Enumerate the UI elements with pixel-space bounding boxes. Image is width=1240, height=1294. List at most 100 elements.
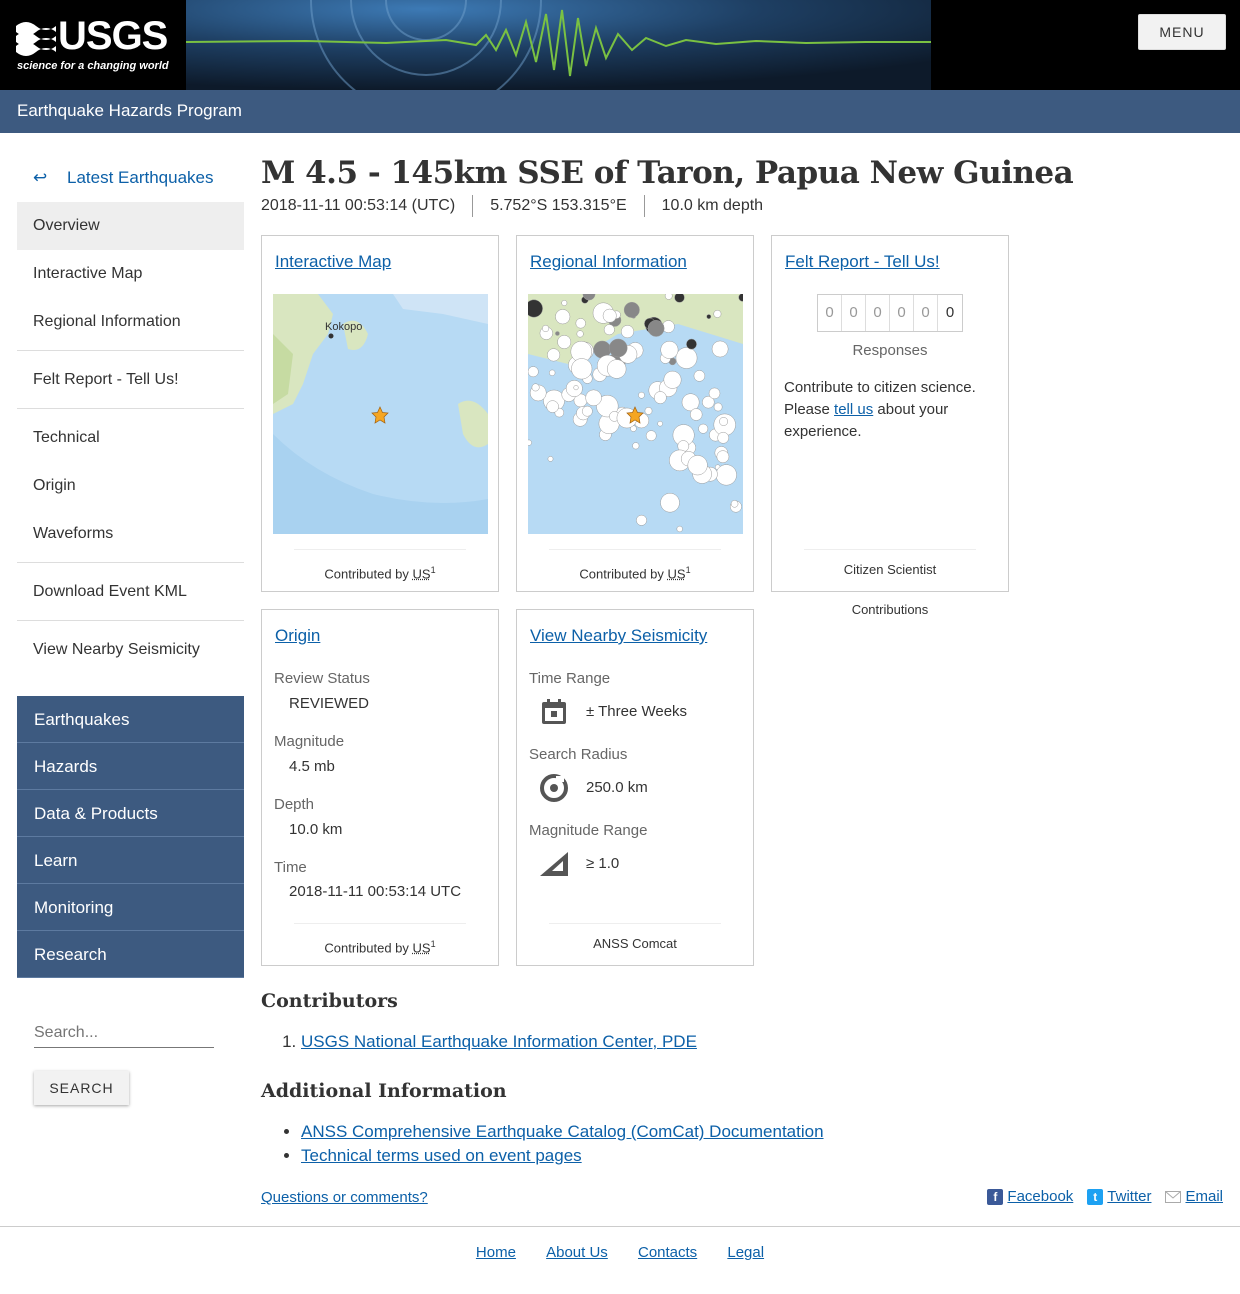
magnitude-label: Magnitude bbox=[274, 733, 345, 750]
section-learn[interactable]: Learn bbox=[17, 837, 244, 884]
earthquake-marker bbox=[676, 525, 683, 533]
counter-digit: 0 bbox=[842, 295, 866, 331]
earthquake-marker bbox=[620, 325, 635, 339]
earthquake-marker bbox=[528, 299, 543, 318]
event-location: 5.752°S 153.315°E bbox=[472, 195, 643, 217]
nav-download-kml[interactable]: Download Event KML bbox=[17, 568, 244, 616]
twitter-link[interactable]: Twitter bbox=[1107, 1188, 1151, 1205]
list-item: USGS National Earthquake Information Cen… bbox=[301, 1032, 697, 1052]
questions-link[interactable]: Questions or comments? bbox=[261, 1189, 428, 1206]
time-value: 2018-11-11 00:53:14 UTC bbox=[289, 883, 462, 900]
contributors-list: USGS National Earthquake Information Cen… bbox=[282, 1032, 697, 1052]
email-link[interactable]: Email bbox=[1185, 1188, 1223, 1205]
nav-nearby-seismicity[interactable]: View Nearby Seismicity bbox=[17, 626, 244, 674]
nav-divider bbox=[17, 620, 244, 621]
nav-felt-report[interactable]: Felt Report - Tell Us! bbox=[17, 356, 244, 404]
counter-digit: 0 bbox=[945, 304, 955, 321]
section-research[interactable]: Research bbox=[17, 931, 244, 978]
earthquake-marker bbox=[638, 391, 645, 399]
nav-origin[interactable]: Origin bbox=[17, 462, 244, 510]
earthquake-marker bbox=[660, 340, 679, 359]
earthquake-marker bbox=[675, 347, 698, 369]
earthquake-marker bbox=[636, 514, 647, 526]
interactive-map-card: Interactive Map Kokopo Contributed by US… bbox=[261, 235, 499, 592]
earthquake-marker bbox=[730, 500, 739, 508]
footer-legal-link[interactable]: Legal bbox=[727, 1244, 764, 1261]
earthquake-marker bbox=[647, 320, 665, 337]
nearby-seismicity-link[interactable]: View Nearby Seismicity bbox=[530, 626, 707, 645]
contributor-ref: 1 bbox=[685, 565, 691, 575]
twitter-icon: t bbox=[1087, 1188, 1104, 1205]
nav-overview[interactable]: Overview bbox=[17, 202, 244, 250]
earthquake-marker bbox=[674, 294, 685, 303]
usgs-logo[interactable]: USGS science for a changing world bbox=[0, 0, 186, 90]
back-arrow-icon: ↩ bbox=[33, 168, 48, 187]
comcat-docs-link[interactable]: ANSS Comprehensive Earthquake Catalog (C… bbox=[301, 1122, 824, 1141]
seismogram-banner bbox=[186, 0, 931, 90]
nearby-card-heading: View Nearby Seismicity bbox=[530, 626, 707, 646]
review-status-label: Review Status bbox=[274, 670, 370, 687]
list-item: Technical terms used on event pages bbox=[301, 1146, 824, 1166]
earthquake-marker bbox=[689, 408, 703, 421]
interactive-map-thumbnail[interactable]: Kokopo bbox=[273, 294, 488, 534]
section-data-products[interactable]: Data & Products bbox=[17, 790, 244, 837]
facebook-share[interactable]: f Facebook bbox=[987, 1188, 1073, 1205]
search-button[interactable]: SEARCH bbox=[34, 1071, 129, 1105]
facebook-link[interactable]: Facebook bbox=[1007, 1188, 1073, 1205]
footer-divider bbox=[0, 1226, 1240, 1227]
felt-report-link[interactable]: Felt Report - Tell Us! bbox=[785, 252, 940, 271]
footer-home-link[interactable]: Home bbox=[476, 1244, 516, 1261]
contributor-code[interactable]: US bbox=[668, 566, 686, 581]
menu-button[interactable]: MENU bbox=[1138, 14, 1226, 50]
nav-interactive-map[interactable]: Interactive Map bbox=[17, 250, 244, 298]
section-earthquakes[interactable]: Earthquakes bbox=[17, 696, 244, 743]
event-nav: ↩ Latest Earthquakes Overview Interactive… bbox=[17, 154, 244, 674]
time-label: Time bbox=[274, 859, 307, 876]
twitter-share[interactable]: t Twitter bbox=[1087, 1188, 1151, 1205]
nav-divider bbox=[17, 562, 244, 563]
magnitude-value: 4.5 mb bbox=[289, 758, 335, 775]
section-monitoring[interactable]: Monitoring bbox=[17, 884, 244, 931]
responses-label: Responses bbox=[852, 342, 928, 359]
usgs-wave-icon bbox=[16, 22, 56, 56]
felt-report-footer: Citizen Scientist Contributions bbox=[804, 549, 976, 617]
nearby-seismicity-footer: ANSS Comcat bbox=[549, 923, 721, 965]
section-nav: Earthquakes Hazards Data & Products Lear… bbox=[17, 696, 244, 978]
earthquake-marker bbox=[706, 314, 712, 319]
program-bar: Earthquake Hazards Program bbox=[0, 90, 1240, 133]
earthquake-marker bbox=[576, 330, 584, 338]
section-hazards[interactable]: Hazards bbox=[17, 743, 244, 790]
earthquake-marker bbox=[542, 324, 550, 333]
regional-map-thumbnail[interactable] bbox=[528, 294, 743, 534]
contributor-link[interactable]: USGS National Earthquake Information Cen… bbox=[301, 1032, 697, 1051]
site-header: USGS science for a changing world MENU bbox=[0, 0, 1240, 90]
technical-terms-link[interactable]: Technical terms used on event pages bbox=[301, 1146, 582, 1165]
contributor-code[interactable]: US bbox=[413, 566, 431, 581]
regional-information-link[interactable]: Regional Information bbox=[530, 252, 687, 271]
program-title[interactable]: Earthquake Hazards Program bbox=[17, 101, 242, 121]
nav-regional-information[interactable]: Regional Information bbox=[17, 298, 244, 346]
footer-contacts-link[interactable]: Contacts bbox=[638, 1244, 697, 1261]
tell-us-link[interactable]: tell us bbox=[834, 401, 873, 418]
contributor-code[interactable]: US bbox=[413, 940, 431, 955]
footer-about-link[interactable]: About Us bbox=[546, 1244, 608, 1261]
earthquake-marker bbox=[717, 431, 730, 444]
responses-counter: 0 0 0 0 0 0 bbox=[817, 294, 963, 332]
regional-contributor: Contributed by US1 bbox=[549, 549, 721, 591]
additional-info-list: ANSS Comprehensive Earthquake Catalog (C… bbox=[282, 1122, 824, 1170]
magnitude-range-label: Magnitude Range bbox=[529, 822, 648, 839]
nav-technical[interactable]: Technical bbox=[17, 414, 244, 462]
contributed-by-label: Contributed by bbox=[324, 566, 409, 582]
latest-earthquakes-link[interactable]: ↩ Latest Earthquakes bbox=[17, 154, 244, 202]
earthquake-marker bbox=[528, 366, 539, 378]
search-input[interactable] bbox=[34, 1018, 214, 1048]
contributor-ref: 1 bbox=[430, 939, 436, 949]
nav-waveforms[interactable]: Waveforms bbox=[17, 510, 244, 558]
earthquake-marker bbox=[602, 308, 617, 323]
email-share[interactable]: Email bbox=[1165, 1188, 1223, 1205]
calendar-icon bbox=[542, 699, 566, 724]
interactive-map-link[interactable]: Interactive Map bbox=[275, 252, 391, 271]
search-radius-label: Search Radius bbox=[529, 746, 628, 763]
origin-link[interactable]: Origin bbox=[275, 626, 320, 645]
nearby-seismicity-card: View Nearby Seismicity Time Range ± Thre… bbox=[516, 609, 754, 966]
